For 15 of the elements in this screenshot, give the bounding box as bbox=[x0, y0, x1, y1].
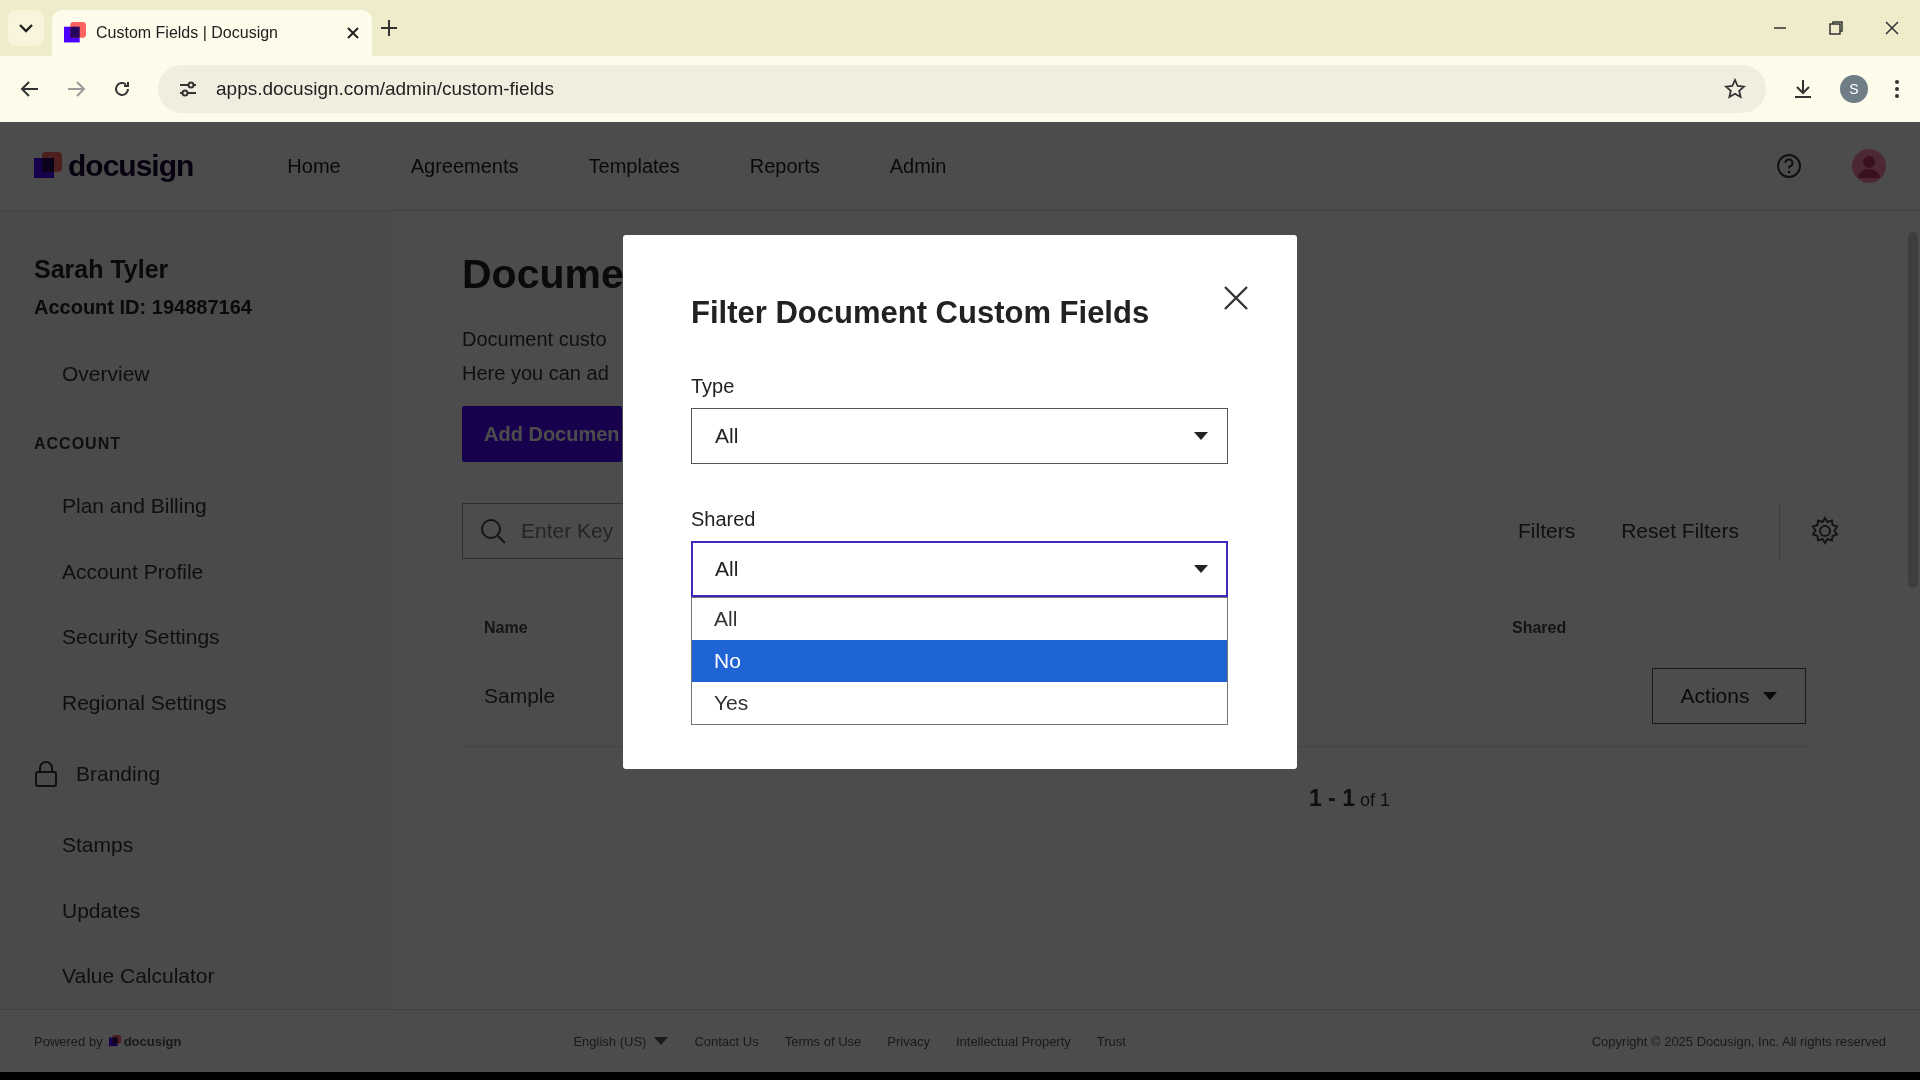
tab-title: Custom Fields | Docusign bbox=[96, 24, 279, 42]
user-name: Sarah Tyler bbox=[34, 255, 170, 284]
logo-text: docusign bbox=[68, 149, 194, 183]
field-label: Type bbox=[691, 375, 736, 398]
column-header: Name bbox=[484, 619, 528, 637]
section-heading: ACCOUNT bbox=[34, 434, 121, 454]
account-id: Account ID: 194887164 bbox=[34, 296, 253, 319]
table-cell: Sample bbox=[484, 684, 556, 708]
page-description: Document custo Here you can ad bbox=[462, 327, 609, 386]
url-text: apps.docusign.com/admin/custom-fields bbox=[216, 78, 555, 100]
dialog-title: Filter Document Custom Fields bbox=[691, 295, 1150, 331]
page-title: Docume bbox=[462, 251, 624, 298]
column-header: Shared bbox=[1512, 619, 1567, 637]
pagination-count: 1 - 1 of 1 bbox=[1308, 785, 1391, 812]
field-label: Shared bbox=[691, 508, 757, 531]
